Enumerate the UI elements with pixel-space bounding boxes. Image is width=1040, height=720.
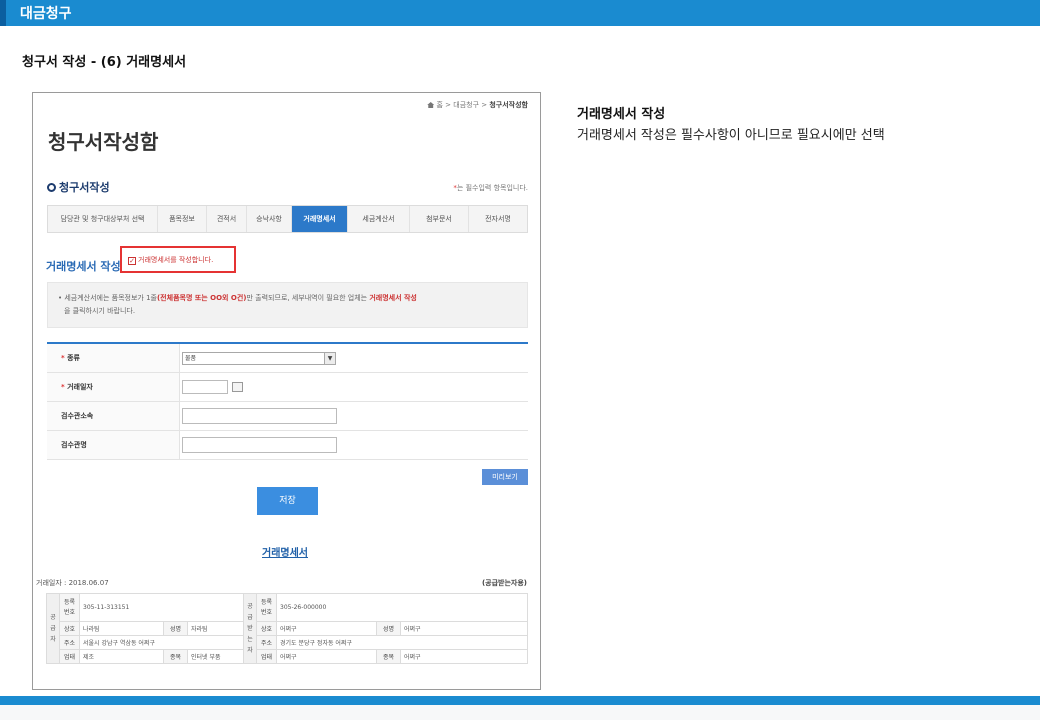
cell-label: 성명 [163,621,188,636]
statement-checkbox[interactable]: ✓ 거래명세서를 작성합니다. [128,255,213,265]
form-row-inspector: 검수관명 [47,431,528,460]
info-notice: • 세금계산서에는 품목정보가 1줄(전체품목명 또는 OO외 O건)만 출력되… [47,282,528,328]
breadcrumb-separator: > [481,101,488,109]
screenshot-panel: 홈 > 대금청구 > 청구서작성함 청구서작성함 청구서작성 *는 필수입력 항… [32,92,541,690]
tab-trade-statement[interactable]: 거래명세서 [292,206,348,232]
subsection-label: 청구서작성 [59,181,110,194]
table-row: 주소 서울시 강남구 역삼동 어쩌구 주소 경기도 분당구 정자동 어쩌구 [47,635,528,650]
statement-table: 공급자 등록번호 305-11-313151 공급받는자 등록번호 305-26… [46,593,528,664]
breadcrumb-separator: > [445,101,452,109]
preview-button[interactable]: 미리보기 [482,469,528,485]
tab-acceptance[interactable]: 승낙사항 [247,206,292,232]
form-row-type: * 종류 물품 ▼ [47,344,528,373]
info-text: • 세금계산서에는 품목정보가 1줄 [58,294,157,302]
circle-bullet-icon [47,183,56,192]
checkbox-label: 거래명세서를 작성합니다. [138,256,214,264]
receiver-item: 어쩌구 [400,649,528,664]
cell-label: 주소 [59,635,80,650]
table-row: 공급자 등록번호 305-11-313151 공급받는자 등록번호 305-26… [46,593,528,664]
cell-label: 종목 [163,649,188,664]
cell-label: 주소 [256,635,277,650]
receiver-address: 경기도 분당구 정자동 어쩌구 [276,635,528,650]
chevron-down-icon[interactable]: ▼ [324,352,335,364]
breadcrumb: 홈 > 대금청구 > 청구서작성함 [427,100,528,110]
description-body: 거래명세서 작성은 필수사항이 아니므로 필요시에만 선택 [577,128,885,143]
required-note: *는 필수입력 항목입니다. [453,183,528,193]
tab-e-signature[interactable]: 전자서명 [469,206,527,232]
tab-attachments[interactable]: 첨부문서 [410,206,469,232]
save-button[interactable]: 저장 [257,487,318,515]
table-row: 상호 나라팀 성명 자라팀 상호 어쩌구 성명 어쩌구 [47,621,528,636]
checkbox-checked-icon[interactable]: ✓ [128,257,136,265]
page-title: 청구서작성함 [48,130,159,154]
section-title: 청구서 작성 - (6) 거래명세서 [22,55,187,70]
trade-date-input[interactable] [182,380,228,394]
home-icon[interactable] [427,102,435,108]
inspector-input[interactable] [182,437,337,453]
breadcrumb-level1[interactable]: 대금청구 [453,101,479,109]
cell-label: 업태 [59,649,80,664]
cell-label: 업태 [256,649,277,664]
receiver-name: 어쩌구 [276,621,377,636]
tab-manager-select[interactable]: 담당관 및 청구대상부처 선택 [48,206,158,232]
receiver-side-label: 공급받는자 [243,593,257,664]
tab-estimate[interactable]: 견적서 [207,206,247,232]
inspector-label: 검수관명 [47,431,180,459]
info-emphasis: 거래명세서 작성 [369,294,417,302]
type-select[interactable]: 물품 ▼ [182,351,336,365]
form-row-inspect-dept: 검수관소속 [47,402,528,431]
breadcrumb-home[interactable]: 홈 [436,101,442,109]
cell-label: 상호 [256,621,277,636]
cell-label: 종목 [376,649,401,664]
form-row-trade-date: * 거래일자 [47,373,528,402]
supplier-rep: 자라팀 [187,621,244,636]
footer-bar [0,696,1040,705]
cell-label: 성명 [376,621,401,636]
cell-label: 등록번호 [256,593,277,622]
header-bar: 대금청구 [0,0,1040,26]
info-text: 을 클릭하시기 바랍니다. [64,307,136,315]
supplier-business: 제조 [79,649,164,664]
trade-date-text: 거래일자 : 2018.06.07 [36,579,109,587]
supplier-address: 서울시 강남구 역삼동 어쩌구 [79,635,244,650]
supplier-name: 나라팀 [79,621,164,636]
statement-heading: 거래명세서 작성 [46,260,121,273]
receiver-business: 어쩌구 [276,649,377,664]
receiver-rep: 어쩌구 [400,621,528,636]
cell-label: 상호 [59,621,80,636]
receiver-reg-no: 305-26-000000 [276,593,528,622]
supplier-side-label: 공급자 [46,593,60,664]
supplier-item: 인터넷 부품 [187,649,244,664]
receiver-copy-label: (공급받는자용) [481,579,527,587]
tab-tax-invoice[interactable]: 세금계산서 [348,206,410,232]
description-title: 거래명세서 작성 [577,107,666,122]
required-note-text: 는 필수입력 항목입니다. [456,184,528,192]
step-tabs: 담당관 및 청구대상부처 선택 품목정보 견적서 승낙사항 거래명세서 세금계산… [47,205,528,233]
info-text: 만 출력되므로, 세부내역이 필요한 업체는 [246,294,370,302]
footer-area [0,705,1040,720]
type-label: * 종류 [47,344,180,372]
subsection-title: 청구서작성 [47,179,110,195]
supplier-reg-no: 305-11-313151 [79,593,244,622]
inspect-dept-input[interactable] [182,408,337,424]
statement-form: * 종류 물품 ▼ * 거래일자 검수관소속 검수관명 [47,342,528,460]
breadcrumb-current: 청구서작성함 [489,101,528,109]
trade-date-label: * 거래일자 [47,373,180,401]
table-row: 업태 제조 종목 인터넷 부품 업태 어쩌구 종목 어쩌구 [47,649,528,664]
inspect-dept-label: 검수관소속 [47,402,180,430]
cell-label: 등록번호 [59,593,80,622]
info-emphasis: (전체품목명 또는 OO외 O건) [156,294,247,302]
calendar-icon[interactable] [232,382,243,392]
header-title: 대금청구 [20,6,72,22]
tab-item-info[interactable]: 품목정보 [158,206,207,232]
statement-title: 거래명세서 [262,548,308,559]
